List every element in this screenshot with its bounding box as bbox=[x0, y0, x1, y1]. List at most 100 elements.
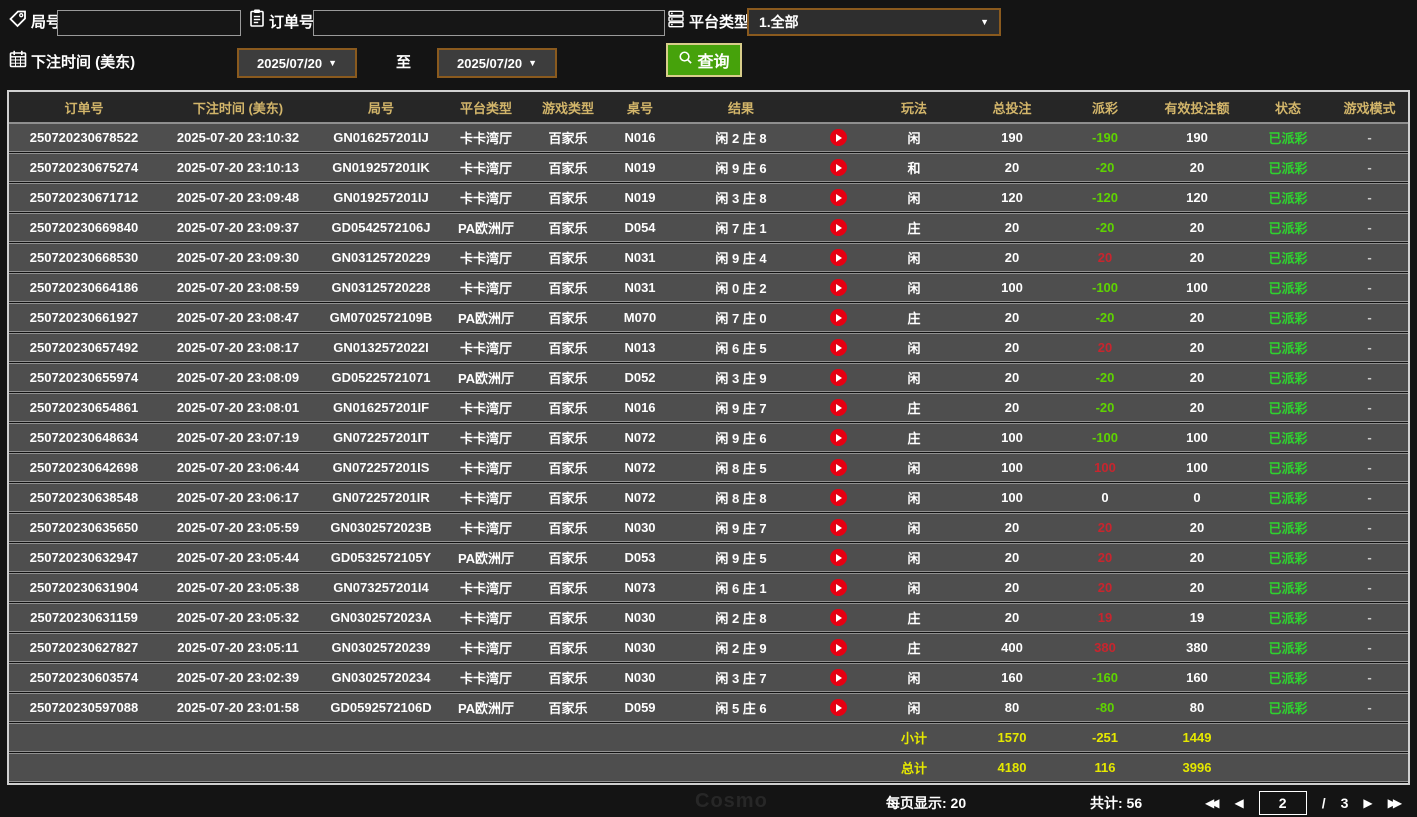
cell-game-mode: - bbox=[1367, 130, 1372, 145]
per-page-text: 每页显示: 20 bbox=[886, 795, 967, 811]
cell-total-bet: 160 bbox=[1001, 670, 1023, 685]
cell-table-no: N030 bbox=[624, 670, 656, 685]
platform-type-icon bbox=[666, 9, 686, 29]
cell-game-id: GN073257201I4 bbox=[333, 580, 429, 595]
cell-platform: 卡卡湾厅 bbox=[459, 641, 512, 656]
search-icon bbox=[678, 50, 693, 70]
cell-video bbox=[811, 339, 865, 357]
column-header: 派彩 bbox=[1091, 100, 1118, 116]
play-video-icon[interactable] bbox=[829, 339, 847, 357]
play-video-icon[interactable] bbox=[829, 609, 847, 627]
cell-result: 闲 9 庄 4 bbox=[715, 251, 767, 266]
cell-order-id: 250720230635650 bbox=[29, 520, 139, 535]
cell-order-id: 250720230638548 bbox=[29, 490, 139, 505]
cell-game-mode: - bbox=[1367, 370, 1372, 385]
cell-table-no: N019 bbox=[624, 160, 656, 175]
cell-bet-time: 2025-07-20 23:06:17 bbox=[176, 490, 300, 505]
total-count-text: 共计: 56 bbox=[1090, 795, 1143, 811]
tag-icon bbox=[8, 9, 28, 29]
cell-game-mode: - bbox=[1367, 610, 1372, 625]
date-from-value: 2025/07/20 bbox=[257, 55, 323, 71]
cell-platform: PA欧洲厅 bbox=[457, 551, 515, 566]
cell-game-id: GM0702572109B bbox=[329, 310, 433, 325]
cell-total-bet: 20 bbox=[1004, 550, 1020, 565]
cell-status: 已派彩 bbox=[1268, 371, 1308, 386]
page-number-input[interactable] bbox=[1258, 791, 1307, 815]
cell-order-id: 250720230664186 bbox=[29, 280, 139, 295]
cell-total-bet: 100 bbox=[1001, 460, 1023, 475]
cell-play-type: 闲 bbox=[907, 191, 921, 206]
play-video-icon[interactable] bbox=[829, 219, 847, 237]
cell-video bbox=[811, 369, 865, 387]
date-from-picker[interactable]: 2025/07/20 ▼ bbox=[237, 48, 357, 78]
page-separator: / bbox=[1321, 795, 1326, 811]
cell-valid-bet: 20 bbox=[1189, 220, 1205, 235]
cell-order-id: 250720230668530 bbox=[29, 250, 139, 265]
cell-video bbox=[811, 279, 865, 297]
table-row: 250720230657492 2025-07-20 23:08:17 GN01… bbox=[9, 333, 1408, 362]
cell-table-no: N016 bbox=[624, 400, 656, 415]
game-no-input[interactable] bbox=[57, 10, 241, 36]
play-video-icon[interactable] bbox=[829, 489, 847, 507]
cell-payout: -100 bbox=[1091, 430, 1119, 445]
cell-total-bet: 20 bbox=[1004, 160, 1020, 175]
platform-type-select[interactable]: 1.全部 ▼ bbox=[747, 8, 1001, 36]
cell-game-id: GN072257201IR bbox=[332, 490, 430, 505]
play-video-icon[interactable] bbox=[829, 189, 847, 207]
cell-status: 已派彩 bbox=[1268, 281, 1308, 296]
order-no-label: 订单号 bbox=[269, 14, 315, 31]
play-video-icon[interactable] bbox=[829, 309, 847, 327]
play-video-icon[interactable] bbox=[829, 279, 847, 297]
order-no-input[interactable] bbox=[313, 10, 665, 36]
play-video-icon[interactable] bbox=[829, 129, 847, 147]
platform-type-value: 1.全部 bbox=[759, 14, 799, 30]
cell-result: 闲 3 庄 7 bbox=[715, 671, 767, 686]
cell-result: 闲 2 庄 8 bbox=[715, 131, 767, 146]
cell-game-mode: - bbox=[1367, 190, 1372, 205]
date-to-picker[interactable]: 2025/07/20 ▼ bbox=[437, 48, 557, 78]
cell-result: 闲 9 庄 7 bbox=[715, 521, 767, 536]
cell-game-mode: - bbox=[1367, 700, 1372, 715]
play-video-icon[interactable] bbox=[829, 519, 847, 537]
cell-status: 已派彩 bbox=[1268, 461, 1308, 476]
cell-status: 已派彩 bbox=[1268, 251, 1308, 266]
cell-status: 已派彩 bbox=[1268, 671, 1308, 686]
cell-play-type: 庄 bbox=[907, 641, 921, 656]
table-row: 250720230631159 2025-07-20 23:05:32 GN03… bbox=[9, 603, 1408, 632]
cell-status: 已派彩 bbox=[1268, 221, 1308, 236]
play-video-icon[interactable] bbox=[829, 579, 847, 597]
search-button[interactable]: 查询 bbox=[666, 43, 742, 77]
last-page-button[interactable]: ▶▶ bbox=[1388, 797, 1403, 809]
table-row: 250720230675274 2025-07-20 23:10:13 GN01… bbox=[9, 153, 1408, 182]
cell-play-type: 闲 bbox=[907, 461, 921, 476]
cell-game-id: GN019257201IJ bbox=[333, 190, 429, 205]
play-video-icon[interactable] bbox=[829, 369, 847, 387]
cell-status: 已派彩 bbox=[1268, 341, 1308, 356]
play-video-icon[interactable] bbox=[829, 549, 847, 567]
play-video-icon[interactable] bbox=[829, 639, 847, 657]
play-video-icon[interactable] bbox=[829, 399, 847, 417]
table-header-row: 订单号 下注时间 (美东) 局号 平台类型 游戏类型 桌号 结果 玩法 总投注 派彩 有效投注额 状态… bbox=[9, 92, 1408, 123]
play-video-icon[interactable] bbox=[829, 159, 847, 177]
cell-game-id: GN03125720228 bbox=[331, 280, 431, 295]
cell-table-no: N031 bbox=[624, 280, 656, 295]
cell-payout: 100 bbox=[1094, 460, 1116, 475]
cell-valid-bet: 20 bbox=[1189, 340, 1205, 355]
cell-valid-bet: 100 bbox=[1186, 280, 1208, 295]
play-video-icon[interactable] bbox=[829, 459, 847, 477]
next-page-button[interactable]: ▶ bbox=[1363, 797, 1372, 809]
cell-payout: -251 bbox=[1091, 730, 1119, 745]
play-video-icon[interactable] bbox=[829, 669, 847, 687]
cell-platform: 卡卡湾厅 bbox=[459, 671, 512, 686]
play-video-icon[interactable] bbox=[829, 699, 847, 717]
cell-status: 已派彩 bbox=[1268, 311, 1308, 326]
cell-result: 闲 9 庄 6 bbox=[715, 161, 767, 176]
cell-game-id: GN019257201IK bbox=[332, 160, 430, 175]
cell-game-mode: - bbox=[1367, 550, 1372, 565]
prev-page-button[interactable]: ◀ bbox=[1234, 797, 1243, 809]
play-video-icon[interactable] bbox=[829, 429, 847, 447]
play-video-icon[interactable] bbox=[829, 249, 847, 267]
first-page-button[interactable]: ◀◀ bbox=[1205, 797, 1220, 809]
cell-valid-bet: 3996 bbox=[1182, 760, 1212, 775]
table-row: 250720230635650 2025-07-20 23:05:59 GN03… bbox=[9, 513, 1408, 542]
